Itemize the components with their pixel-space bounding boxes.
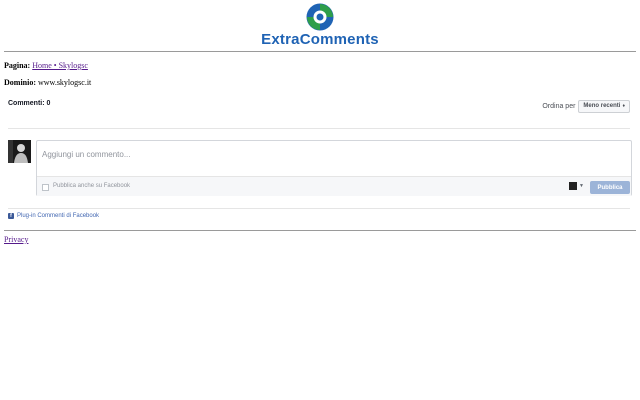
site-header: ExtraComments (0, 0, 640, 50)
share-checkbox-label[interactable]: Pubblica anche su Facebook (53, 183, 130, 189)
comment-count: Commenti: 0 (8, 100, 51, 107)
logo-text: ExtraComments (261, 31, 379, 48)
sort-control: Ordina per Meno recenti ♦ (542, 99, 630, 113)
sort-label: Ordina per (542, 102, 576, 110)
sort-selected-value: Meno recenti (583, 103, 621, 109)
privacy-link[interactable]: Privacy (4, 235, 28, 244)
share-checkbox[interactable] (42, 184, 49, 191)
footer-divider (4, 230, 636, 231)
logo-aperture-icon (306, 3, 334, 31)
identity-selector[interactable]: ▼ (569, 182, 584, 191)
domain-label: Dominio: (4, 78, 36, 87)
page-label: Pagina: (4, 61, 31, 70)
comment-input[interactable]: Aggiungi un commento... (42, 150, 131, 159)
domain-value: www.skylogsc.it (38, 78, 92, 87)
plugin-link[interactable]: Plug-in Commenti di Facebook (17, 213, 99, 219)
identity-avatar-icon (569, 182, 577, 190)
domain-info: Dominio: www.skylogsc.it (4, 78, 91, 87)
publish-button[interactable]: Pubblica (590, 181, 630, 194)
facebook-icon: f (8, 213, 14, 219)
avatar-silhouette-icon (8, 140, 31, 163)
chevron-updown-icon: ♦ (622, 103, 625, 109)
caret-down-icon: ▼ (579, 183, 584, 189)
header-divider (4, 51, 636, 52)
plugin-attribution[interactable]: f Plug-in Commenti di Facebook (8, 213, 99, 219)
plugin-footer-divider (8, 208, 630, 209)
sort-dropdown[interactable]: Meno recenti ♦ (578, 99, 630, 113)
composer-footer: Pubblica anche su Facebook ▼ Pubblica (37, 176, 631, 196)
page-link[interactable]: Home • Skylogsc (32, 61, 88, 70)
user-avatar[interactable] (8, 140, 31, 163)
facebook-comments-plugin: Commenti: 0 Ordina per Meno recenti ♦ Ag… (8, 95, 632, 225)
comment-composer[interactable]: Aggiungi un commento... Pubblica anche s… (36, 140, 632, 196)
page-info: Pagina: Home • Skylogsc (4, 61, 88, 70)
plugin-divider (8, 128, 630, 129)
